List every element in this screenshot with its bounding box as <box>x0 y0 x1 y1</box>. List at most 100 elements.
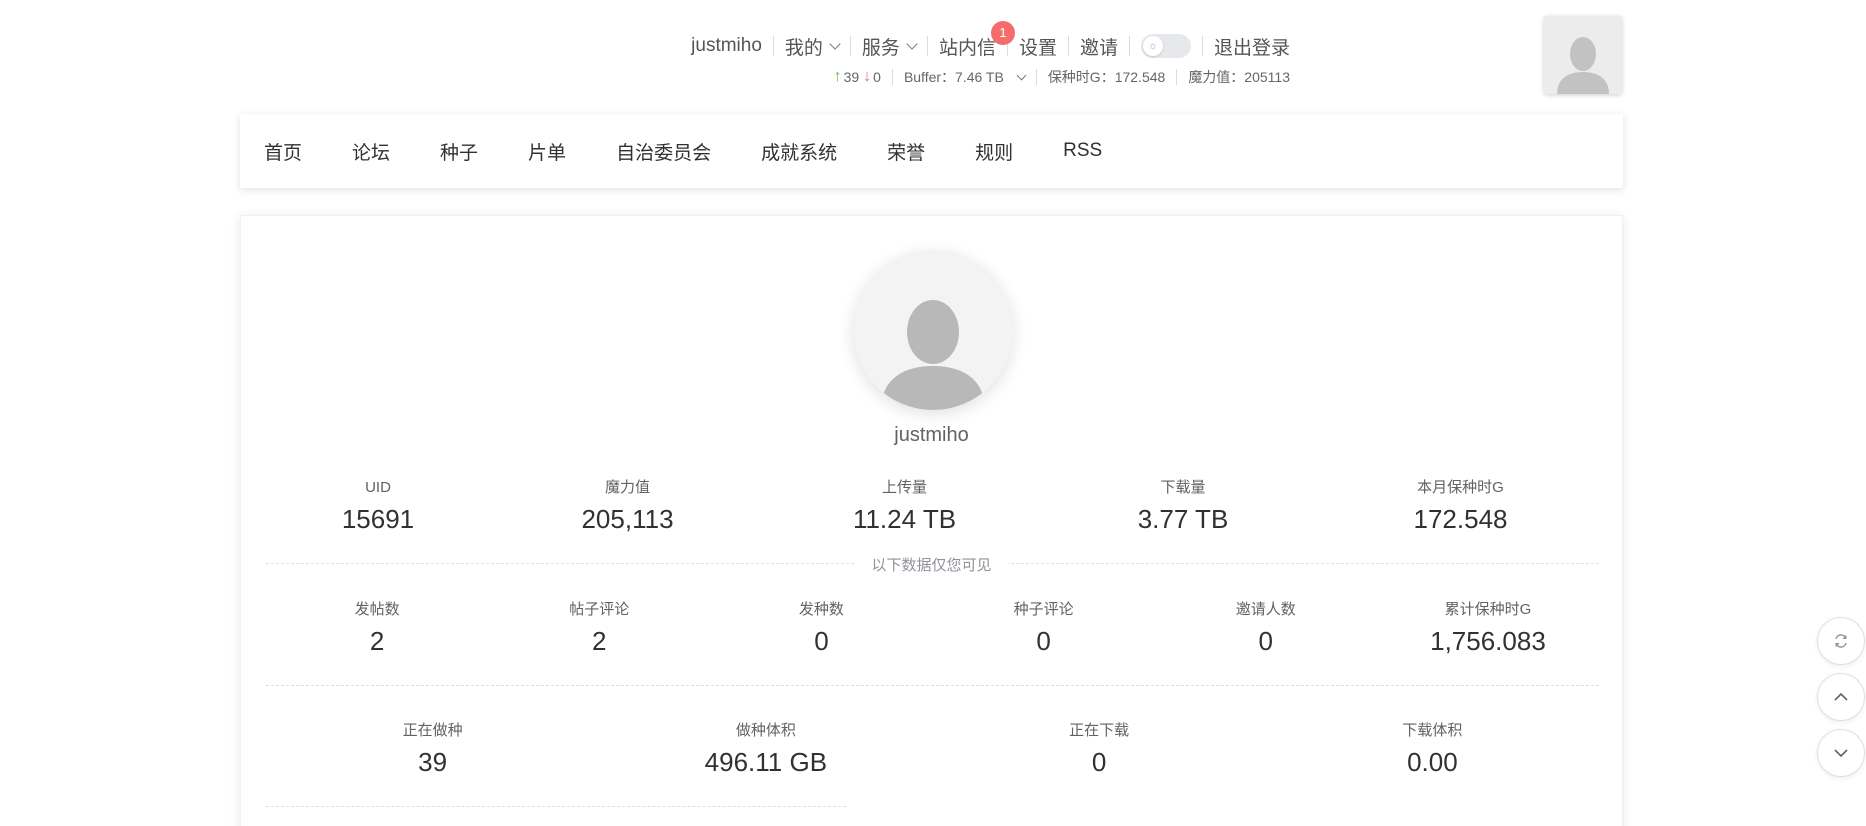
stat-label: 魔力值 <box>604 479 650 496</box>
stat-value: 1,756.083 <box>1430 626 1546 656</box>
messages-label: 站内信 <box>938 37 996 59</box>
nav-item-rss[interactable]: RSS <box>1063 140 1102 162</box>
private-data-note: 以下数据仅您可见 <box>855 557 1008 574</box>
transfer-stats-row: 正在做种 39 做种体积 496.11 GB 正在下载 0 下载体积 0.00 <box>266 721 1599 777</box>
sun-icon: ☼ <box>1142 36 1163 56</box>
stat-value: 3.77 TB <box>1137 504 1229 534</box>
stat-label: 下载体积 <box>1402 722 1463 739</box>
messages-link[interactable]: 站内信 1 <box>928 20 1015 60</box>
username-link[interactable]: justmiho <box>680 35 773 57</box>
stat-value: 0 <box>1258 626 1273 656</box>
profile-card: justmiho UID 15691 魔力值 205,113 上传量 11.24… <box>240 215 1623 826</box>
stat-invites: 邀请人数 0 <box>1155 600 1377 656</box>
stat-monthly-seed-time: 本月保种时G 172.548 <box>1322 478 1599 534</box>
stat-value: 496.11 GB <box>704 747 828 777</box>
stat-label: 累计保种时G <box>1444 601 1532 618</box>
nav-item-committee[interactable]: 自治委员会 <box>616 138 711 165</box>
my-label: 我的 <box>784 37 823 59</box>
divider <box>266 685 1599 686</box>
refresh-icon <box>1835 634 1847 648</box>
stat-label: 下载量 <box>1160 479 1206 496</box>
private-stats-row: 发帖数 2 帖子评论 2 发种数 0 种子评论 0 邀请人数 0 累计保种时G … <box>266 600 1599 656</box>
public-stats-row: UID 15691 魔力值 205,113 上传量 11.24 TB 下载量 3… <box>266 478 1599 534</box>
username-text: justmiho <box>691 35 762 56</box>
stat-value: 0 <box>814 626 829 656</box>
stat-seeding: 正在做种 39 <box>266 721 599 777</box>
magic-stat: 魔力值：205113 <box>1177 67 1290 87</box>
stat-torrent-comments: 种子评论 0 <box>933 600 1155 656</box>
stat-label: 正在下载 <box>1069 722 1130 739</box>
user-stats-line: ↑ 39 ↓ 0 Buffer：7.46 TB 保种时G：172.548 魔力值… <box>823 66 1290 88</box>
stat-downloading: 正在下载 0 <box>933 721 1266 777</box>
stat-value: 0.00 <box>1407 747 1458 777</box>
user-top-bar: justmiho 我的 服务 站内信 1 设置 邀请 ☼ 退出登录 ↑ 39 ↓… <box>0 8 1866 94</box>
chevron-up-icon <box>1834 692 1848 701</box>
stat-label: 上传量 <box>881 479 927 496</box>
stat-label: 正在做种 <box>402 722 463 739</box>
buffer-text: Buffer：7.46 TB <box>903 69 1004 85</box>
refresh-button[interactable] <box>1817 617 1865 665</box>
stat-value: 0 <box>1036 626 1051 656</box>
stat-downloaded: 下载量 3.77 TB <box>1044 478 1322 534</box>
scroll-bottom-button[interactable] <box>1817 729 1865 777</box>
chevron-down-icon <box>1016 70 1027 80</box>
theme-toggle[interactable]: ☼ <box>1140 34 1191 58</box>
nav-item-rules[interactable]: 规则 <box>975 138 1013 165</box>
stat-value: 2 <box>369 626 385 656</box>
user-silhouette-icon <box>881 300 985 410</box>
stat-total-seed-time: 累计保种时G 1,756.083 <box>1377 600 1599 656</box>
stat-label: 帖子评论 <box>569 601 630 618</box>
stat-posts: 发帖数 2 <box>266 600 488 656</box>
profile-avatar <box>853 250 1013 410</box>
chevron-down-icon <box>829 38 841 50</box>
nav-item-honors[interactable]: 荣誉 <box>887 138 925 165</box>
stat-download-size: 下载体积 0.00 <box>1266 721 1599 777</box>
stat-label: 做种体积 <box>735 722 796 739</box>
settings-link[interactable]: 设置 <box>1008 33 1068 60</box>
nav-item-achievements[interactable]: 成就系统 <box>761 138 837 165</box>
nav-item-playlists[interactable]: 片单 <box>528 138 566 165</box>
seed-time-stat: 保种时G：172.548 <box>1037 67 1177 87</box>
stat-uid: UID 15691 <box>266 478 490 534</box>
service-label: 服务 <box>861 37 900 59</box>
nav-item-torrents[interactable]: 种子 <box>440 138 478 165</box>
logout-link[interactable]: 退出登录 <box>1203 33 1290 60</box>
stat-label: 邀请人数 <box>1235 601 1296 618</box>
stat-seeding-size: 做种体积 496.11 GB <box>599 721 932 777</box>
my-dropdown[interactable]: 我的 <box>774 33 850 60</box>
stat-label: 发帖数 <box>354 601 400 618</box>
stat-value: 172.548 <box>1413 504 1508 534</box>
profile-username: justmiho <box>894 424 969 446</box>
stat-label: 发种数 <box>798 601 844 618</box>
magic-text: 魔力值：205113 <box>1188 69 1290 85</box>
stat-value: 2 <box>592 626 607 656</box>
stat-label: 本月保种时G <box>1417 479 1504 496</box>
stat-value: 39 <box>418 747 448 777</box>
arrow-up-icon: ↑ <box>833 68 842 85</box>
nav-item-forum[interactable]: 论坛 <box>352 138 390 165</box>
user-menu: justmiho 我的 服务 站内信 1 设置 邀请 ☼ 退出登录 <box>680 20 1290 64</box>
scroll-top-button[interactable] <box>1817 673 1865 721</box>
settings-label: 设置 <box>1018 37 1057 59</box>
avatar[interactable] <box>1544 16 1622 94</box>
stat-label: UID <box>365 479 391 496</box>
stat-uploads: 发种数 0 <box>710 600 932 656</box>
leeching-count: 0 <box>873 69 881 85</box>
chevron-down-icon <box>1834 749 1848 758</box>
private-data-divider: 以下数据仅您可见 <box>241 554 1622 575</box>
service-dropdown[interactable]: 服务 <box>851 33 927 60</box>
separator <box>1128 36 1130 56</box>
main-nav: 首页 论坛 种子 片单 自治委员会 成就系统 荣誉 规则 RSS <box>240 114 1623 188</box>
user-silhouette-icon <box>1557 37 1609 94</box>
stat-value: 15691 <box>341 504 415 534</box>
buffer-dropdown[interactable]: Buffer：7.46 TB <box>893 67 1036 87</box>
logout-label: 退出登录 <box>1213 37 1290 59</box>
seeding-count: 39 <box>843 69 860 85</box>
stat-post-comments: 帖子评论 2 <box>488 600 710 656</box>
stat-value: 11.24 TB <box>852 504 957 534</box>
seed-time-text: 保种时G：172.548 <box>1047 69 1166 85</box>
stat-label: 种子评论 <box>1013 601 1074 618</box>
chevron-down-icon <box>906 38 918 50</box>
invite-link[interactable]: 邀请 <box>1069 33 1129 60</box>
nav-item-home[interactable]: 首页 <box>264 138 302 165</box>
